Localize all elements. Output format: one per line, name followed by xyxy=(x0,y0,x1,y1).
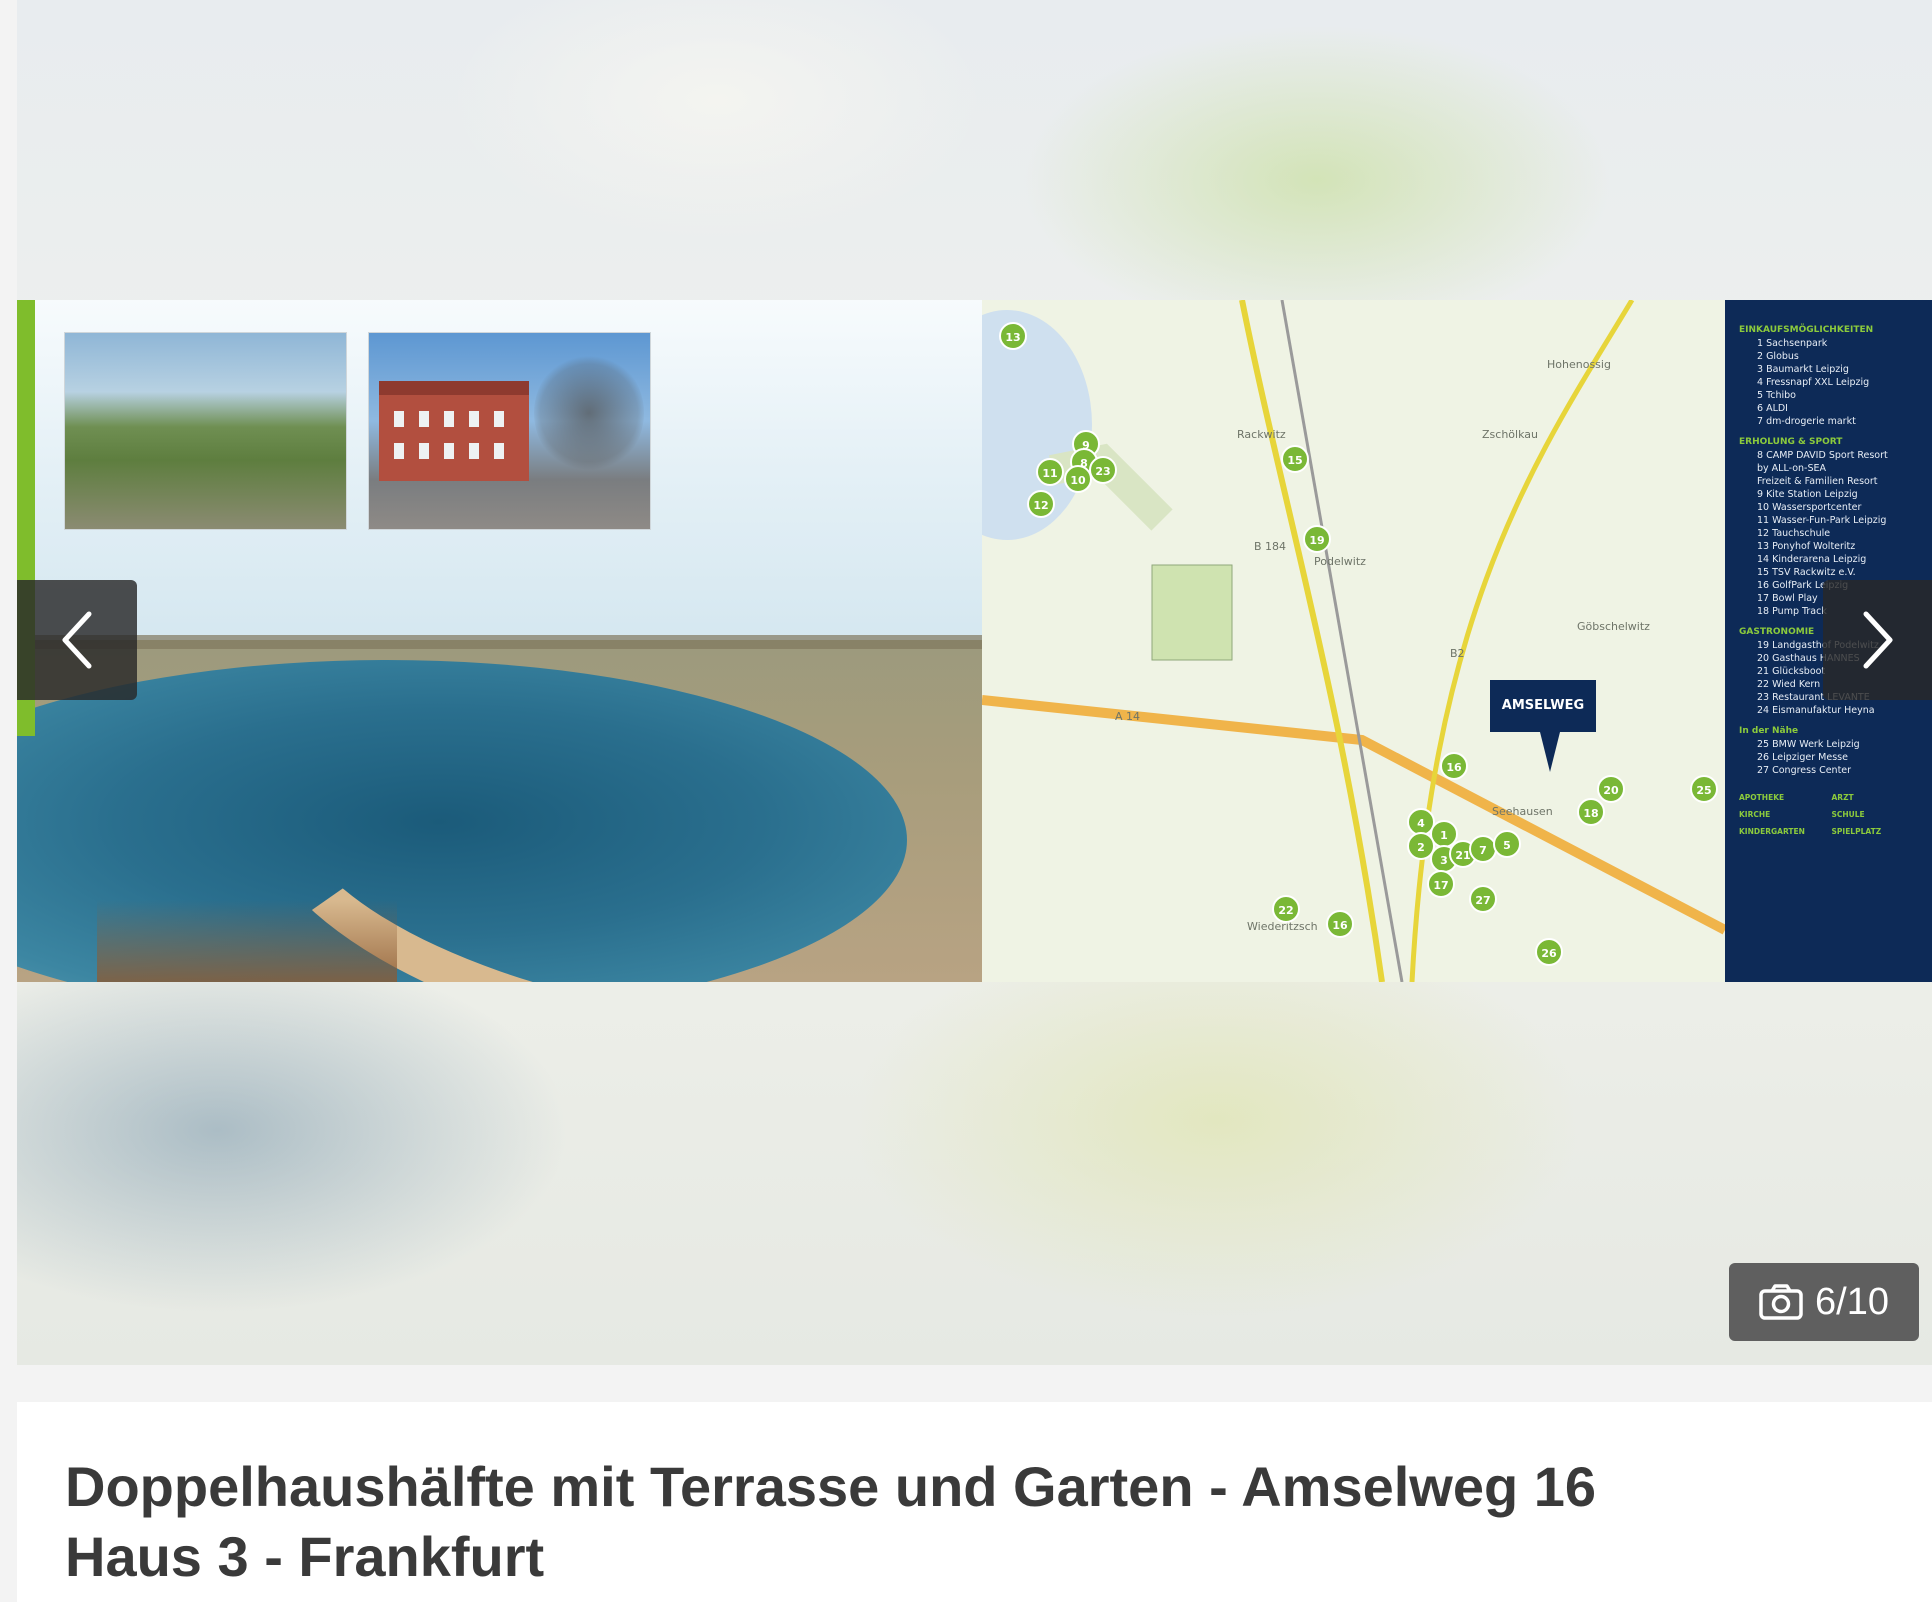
map-marker: 11 xyxy=(1036,458,1064,486)
legend-item: 15 TSV Rackwitz e.V. xyxy=(1757,567,1856,578)
map-roads xyxy=(982,300,1725,982)
map-marker: 23 xyxy=(1089,456,1117,484)
camera-icon xyxy=(1759,1284,1803,1320)
legend-item: 12 Tauchschule xyxy=(1757,528,1831,539)
map-marker: 17 xyxy=(1427,870,1455,898)
gallery-image: Rackwitz Zschölkau Hohenossig Podelwitz … xyxy=(17,300,1932,982)
map-label: B 184 xyxy=(1254,540,1287,553)
chevron-right-icon xyxy=(1863,611,1892,669)
legend-item: Freizeit & Familien Resort xyxy=(1757,476,1878,487)
map-label: Seehausen xyxy=(1492,805,1553,818)
treeline xyxy=(17,635,982,649)
next-image-button[interactable] xyxy=(1823,580,1932,700)
legend-item: 25 BMW Werk Leipzig xyxy=(1757,739,1860,750)
map-label: B2 xyxy=(1450,647,1465,660)
legend-item: 1 Sachsenpark xyxy=(1757,338,1828,349)
tree xyxy=(534,353,644,473)
legend-item: 4 Fressnapf XXL Leipzig xyxy=(1757,377,1870,388)
legend-item: 6 ALDI xyxy=(1757,403,1788,414)
legend-item: by ALL-on-SEA xyxy=(1757,463,1826,474)
legend-footer: APOTHEKE ARZT KIRCHE SCHULE KINDERGARTEN… xyxy=(1739,791,1918,838)
legend-footer-item: ARZT xyxy=(1831,793,1854,802)
legend-footer-item: SCHULE xyxy=(1831,810,1865,819)
legend-item: 3 Baumarkt Leipzig xyxy=(1757,364,1849,375)
map-marker: 15 xyxy=(1281,445,1309,473)
map-marker: 5 xyxy=(1493,830,1521,858)
legend-item: 10 Wassersportcenter xyxy=(1757,502,1862,513)
lake-photo xyxy=(17,300,1114,982)
legend-item: 27 Congress Center xyxy=(1757,765,1852,776)
image-gallery[interactable]: Rackwitz Zschölkau Hohenossig Podelwitz … xyxy=(17,0,1932,1365)
shrubs xyxy=(97,900,397,982)
map-label: Podelwitz xyxy=(1314,555,1366,568)
legend-item: 9 Kite Station Leipzig xyxy=(1757,489,1858,500)
map-marker: 19 xyxy=(1303,525,1331,553)
legend-item: 5 Tchibo xyxy=(1757,390,1796,401)
aerial-thumbnail xyxy=(64,332,347,530)
map-marker: 12 xyxy=(1027,490,1055,518)
house-facade xyxy=(379,381,529,481)
listing-title: Doppelhaushälfte mit Terrasse und Garten… xyxy=(65,1455,1597,1518)
map-marker: 16 xyxy=(1440,752,1468,780)
legend-footer-item: KIRCHE xyxy=(1739,810,1771,819)
building-thumbnail xyxy=(368,332,651,530)
map-marker: 16 xyxy=(1326,910,1354,938)
chevron-left-icon xyxy=(62,611,92,669)
listing-title-continued: Haus 3 - Frankfurt xyxy=(65,1525,545,1588)
map-marker: 18 xyxy=(1577,798,1605,826)
map-marker: 10 xyxy=(1064,465,1092,493)
legend-heading: In der Nähe xyxy=(1739,726,1799,736)
map-marker: 22 xyxy=(1272,895,1300,923)
map-marker: 26 xyxy=(1535,938,1563,966)
legend-item: 26 Leipziger Messe xyxy=(1757,752,1848,763)
legend-item: 7 dm-drogerie markt xyxy=(1757,416,1856,427)
legend-footer-item: SPIELPLATZ xyxy=(1831,827,1882,836)
location-map: Rackwitz Zschölkau Hohenossig Podelwitz … xyxy=(982,300,1725,982)
listing-card: Doppelhaushälfte mit Terrasse und Garten… xyxy=(17,1402,1932,1602)
map-marker: 20 xyxy=(1597,775,1625,803)
map-label: A 14 xyxy=(1115,710,1141,723)
previous-image-button[interactable] xyxy=(17,580,137,700)
legend-item: 14 Kinderarena Leipzig xyxy=(1757,554,1867,565)
legend-heading: ERHOLUNG & SPORT xyxy=(1739,437,1843,447)
map-label: Zschölkau xyxy=(1482,428,1538,441)
legend-item: 2 Globus xyxy=(1757,351,1799,362)
amselweg-badge: AMSELWEG xyxy=(1490,680,1596,772)
image-counter: 6/10 xyxy=(1729,1263,1919,1341)
map-label: Göbschelwitz xyxy=(1577,620,1650,633)
map-marker: 25 xyxy=(1690,775,1718,803)
legend-item: 13 Ponyhof Wolteritz xyxy=(1757,541,1856,552)
legend-item: 11 Wasser-Fun-Park Leipzig xyxy=(1757,515,1887,526)
map-marker: 27 xyxy=(1469,885,1497,913)
image-counter-text: 6/10 xyxy=(1815,1280,1889,1323)
legend-heading: EINKAUFSMÖGLICHKEITEN xyxy=(1739,325,1874,335)
legend-footer-item: APOTHEKE xyxy=(1739,793,1785,802)
map-label: Hohenossig xyxy=(1547,358,1611,371)
legend-item: 8 CAMP DAVID Sport Resort xyxy=(1757,450,1888,461)
legend-item: 24 Eismanufaktur Heyna xyxy=(1757,705,1875,716)
map-marker: 13 xyxy=(999,322,1027,350)
legend-footer-item: KINDERGARTEN xyxy=(1739,827,1805,836)
map-label: Rackwitz xyxy=(1237,428,1286,441)
